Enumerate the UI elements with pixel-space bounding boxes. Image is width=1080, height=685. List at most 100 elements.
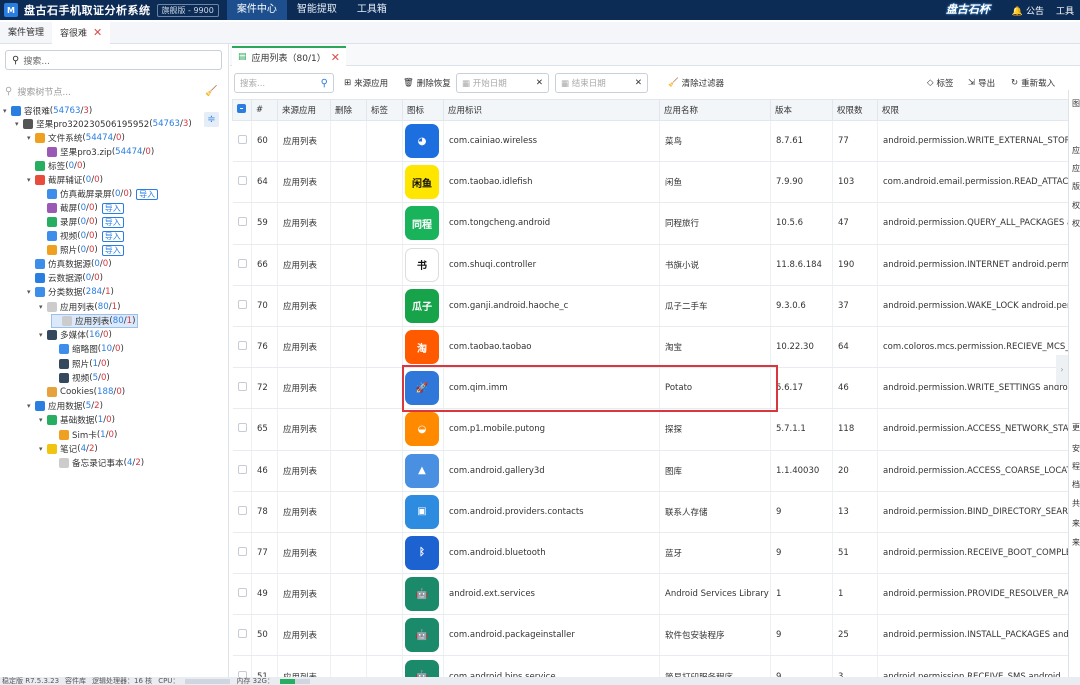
close-icon[interactable]: ✕ xyxy=(331,51,340,64)
tree-node[interactable]: 云数据源 (0/0) xyxy=(27,271,103,285)
nav-toolbox[interactable]: 工具箱 xyxy=(347,0,397,20)
select-all-checkbox[interactable] xyxy=(232,99,252,121)
table-row[interactable]: 70 应用列表 瓜子 com.ganji.android.haoche_c 瓜子二手车 9… xyxy=(232,285,1068,327)
chevron-down-icon[interactable]: ▾ xyxy=(27,176,35,184)
table-row[interactable]: 50 应用列表 🤖 com.android.packageinstaller 软件包安装… xyxy=(232,614,1068,657)
tab-app-list[interactable]: ▤ 应用列表（80/1） ✕ xyxy=(232,46,346,66)
tree-search-input[interactable]: ⚲ 搜索树节点... xyxy=(5,84,215,98)
tree-node[interactable]: 视频 (0/0) 导入 xyxy=(39,229,124,243)
chevron-down-icon[interactable]: ▾ xyxy=(39,331,47,339)
start-date-input[interactable]: ▦ 开始日期 ✕ xyxy=(456,73,549,93)
tree-node[interactable]: ▾ 分类数据 (284/1) xyxy=(27,285,114,299)
table-row[interactable]: 66 应用列表 书 com.shuqi.controller 书旗小说 11.8.6.18… xyxy=(232,244,1068,286)
tree-node[interactable]: Sim卡 (1/0) xyxy=(51,428,117,442)
tree-node[interactable]: 视频 (5/0) xyxy=(51,371,110,385)
row-checkbox[interactable] xyxy=(232,285,252,327)
nav-case-center[interactable]: 案件中心 xyxy=(226,0,287,20)
close-icon[interactable]: ✕ xyxy=(93,26,102,39)
tree-node[interactable]: 应用列表 (80/1) xyxy=(51,314,139,328)
import-button[interactable]: 导入 xyxy=(136,188,159,200)
row-checkbox[interactable] xyxy=(232,367,252,410)
case-search-input[interactable]: ⚲ 搜索... xyxy=(5,50,222,70)
collapse-all-button[interactable]: ≑ xyxy=(204,112,219,127)
col-icon[interactable]: 图标 xyxy=(402,99,444,121)
source-app-filter[interactable]: ⊞ 来源应用 xyxy=(344,73,388,93)
tree-node[interactable]: ▾ 坚果pro320230506195952 (54763/3) xyxy=(15,117,192,131)
end-date-input[interactable]: ▦ 结束日期 ✕ xyxy=(555,73,648,93)
chevron-down-icon[interactable]: ▾ xyxy=(15,120,23,128)
col-index[interactable]: # xyxy=(251,99,278,121)
row-checkbox[interactable] xyxy=(232,326,252,369)
reload-button[interactable]: ↻ 重新载入 xyxy=(1011,73,1055,93)
table-row[interactable]: 49 应用列表 🤖 android.ext.services Android Servi… xyxy=(232,573,1068,616)
row-checkbox[interactable] xyxy=(232,202,252,245)
tree-node[interactable]: ▾ 应用列表 (80/1) xyxy=(39,300,120,314)
import-button[interactable]: 导入 xyxy=(101,216,124,228)
chevron-down-icon[interactable]: ▾ xyxy=(39,445,47,453)
row-checkbox[interactable] xyxy=(232,408,252,451)
col-tags[interactable]: 标签 xyxy=(366,99,403,121)
col-deleted[interactable]: 删除 xyxy=(330,99,367,121)
tree-node[interactable]: 仿真截屏录屏 (0/0) 导入 xyxy=(39,187,159,201)
col-permission-count[interactable]: 权限数 xyxy=(832,99,878,121)
tree-node[interactable]: ▾ 截屏辅证 (0/0) xyxy=(27,173,103,187)
col-permissions[interactable]: 权限 xyxy=(877,99,1068,121)
table-row[interactable]: 64 应用列表 闲鱼 com.taobao.idlefish 闲鱼 7.9.90 103 co… xyxy=(232,161,1068,204)
tree-node[interactable]: ▾ 文件系统 (54474/0) xyxy=(27,131,125,145)
table-row[interactable]: 65 应用列表 ◒ com.p1.mobile.putong 探探 5.7.1.1 118 a… xyxy=(232,408,1068,451)
table-row[interactable]: 46 应用列表 ▲ com.android.gallery3d 图库 1.1.40030 2… xyxy=(232,450,1068,492)
clear-icon[interactable]: ✕ xyxy=(635,78,642,88)
import-button[interactable]: 导入 xyxy=(101,230,124,242)
tag-button[interactable]: ◇ 标签 xyxy=(927,73,954,93)
chevron-down-icon[interactable]: ▾ xyxy=(27,402,35,410)
row-checkbox[interactable] xyxy=(232,614,252,657)
table-row[interactable]: 78 应用列表 ▣ com.android.providers.contacts 联系人… xyxy=(232,491,1068,533)
tree-node[interactable]: ▾ 基础数据 (1/0) xyxy=(39,413,115,427)
delete-restore-filter[interactable]: 🗑 删除恢复 xyxy=(403,73,451,93)
row-checkbox[interactable] xyxy=(232,244,252,286)
row-checkbox[interactable] xyxy=(232,491,252,533)
col-source-app[interactable]: 来源应用 xyxy=(277,99,331,121)
tree-node[interactable]: 仿真数据源 (0/0) xyxy=(27,257,112,271)
tab-case-current[interactable]: 容很难 ✕ xyxy=(52,21,111,44)
tree-node[interactable]: 标签 (0/0) xyxy=(27,159,86,173)
side-panel-toggle[interactable]: › xyxy=(1056,355,1068,385)
table-row[interactable]: 60 应用列表 ◕ com.cainiao.wireless 菜鸟 8.7.61 77 and… xyxy=(232,120,1068,163)
chevron-down-icon[interactable]: ▾ xyxy=(3,107,11,115)
col-app-name[interactable]: 应用名称 xyxy=(659,99,771,121)
clear-filter-button[interactable]: 🧹 清除过滤器 xyxy=(668,73,724,93)
row-checkbox[interactable] xyxy=(232,161,252,204)
table-row[interactable]: 76 应用列表 淘 com.taobao.taobao 淘宝 10.22.30 64 com.… xyxy=(232,326,1068,369)
tree-node[interactable]: ▾ 应用数据 (5/2) xyxy=(27,399,103,413)
tree-node[interactable]: ▾ 笔记 (4/2) xyxy=(39,442,98,456)
tree-node[interactable]: 坚果pro3.zip (54474/0) xyxy=(39,145,154,159)
table-search-input[interactable]: 搜索... ⚲ xyxy=(234,73,334,93)
chevron-down-icon[interactable]: ▾ xyxy=(39,303,47,311)
tree-node[interactable]: 截屏 (0/0) 导入 xyxy=(39,201,124,215)
table-row[interactable]: 72 应用列表 🚀 com.qim.imm Potato 5.6.17 46 android.… xyxy=(232,367,1068,410)
clear-icon[interactable]: ✕ xyxy=(536,78,543,88)
chevron-down-icon[interactable]: ▾ xyxy=(27,288,35,296)
table-row[interactable]: 51 应用列表 🤖 com.android.bips.service 简易打印服务程序 9… xyxy=(232,655,1068,679)
row-checkbox[interactable] xyxy=(232,573,252,616)
table-row[interactable]: 59 应用列表 同程 com.tongcheng.android 同程旅行 10.5.6 4… xyxy=(232,202,1068,245)
tab-case-management[interactable]: 案件管理 xyxy=(0,22,52,44)
row-checkbox[interactable] xyxy=(232,655,252,679)
export-button[interactable]: ⇲ 导出 xyxy=(968,73,995,93)
col-version[interactable]: 版本 xyxy=(770,99,833,121)
tree-node[interactable]: ▾ 多媒体 (16/0) xyxy=(39,328,112,342)
tree-node[interactable]: ▾ 容很难 (54763/3) xyxy=(3,104,92,118)
chevron-down-icon[interactable]: ▾ xyxy=(27,134,35,142)
tree-node[interactable]: 录屏 (0/0) 导入 xyxy=(39,215,124,229)
row-checkbox[interactable] xyxy=(232,450,252,492)
nav-smart-extract[interactable]: 智能提取 xyxy=(287,0,347,20)
import-button[interactable]: 导入 xyxy=(101,244,124,256)
col-package-id[interactable]: 应用标识 xyxy=(443,99,660,121)
tools-menu[interactable]: 工具 xyxy=(1056,4,1074,17)
row-checkbox[interactable] xyxy=(232,532,252,575)
tree-node[interactable]: 备忘录记事本 (4/2) xyxy=(51,456,144,470)
tree-node[interactable]: 照片 (0/0) 导入 xyxy=(39,243,124,257)
import-button[interactable]: 导入 xyxy=(101,202,124,214)
tree-node[interactable]: 照片 (1/0) xyxy=(51,357,110,371)
tree-node[interactable]: Cookies (188/0) xyxy=(39,385,125,399)
